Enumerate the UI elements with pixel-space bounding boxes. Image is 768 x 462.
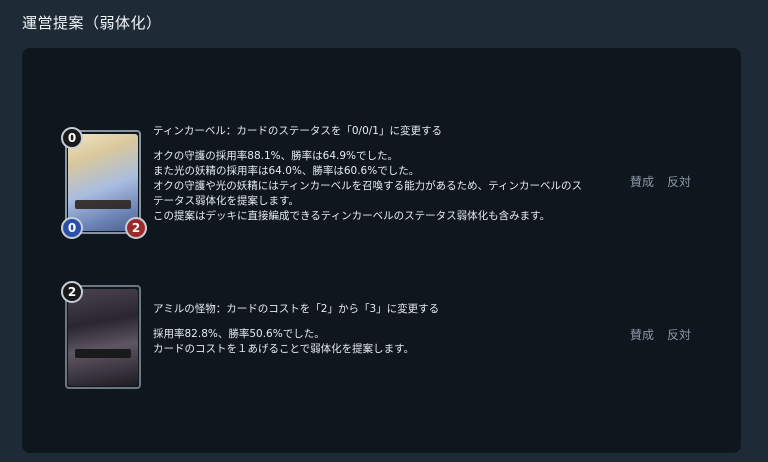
proposal-headline: アミルの怪物：カードのコストを「2」から「3」に変更する [153, 303, 440, 315]
approve-button[interactable]: 賛成 [630, 326, 654, 343]
proposal-body: オクの守護の採用率88.1%、勝率は64.9%でした。 また光の妖精の採用率は6… [153, 149, 623, 224]
proposal-body-line: 採用率82.8%、勝率50.6%でした。 [153, 328, 325, 340]
vote-controls: 賛成 反対 [630, 326, 691, 343]
proposal-panel: 0 0 2 ティンカーベル：カードのステータスを「0/0/1」に変更する オクの… [22, 48, 741, 453]
oppose-button[interactable]: 反対 [667, 326, 691, 343]
card-cost-gem: 0 [61, 127, 83, 149]
card-defense-gem: 2 [125, 217, 147, 239]
proposal-body-line: オクの守護の採用率88.1%、勝率は64.9%でした。 [153, 150, 399, 162]
proposal-body-line: また光の妖精の採用率は64.0%、勝率は60.6%でした。 [153, 165, 420, 177]
proposal-body-line: テータス弱体化を提案します。 [153, 195, 299, 207]
approve-button[interactable]: 賛成 [630, 173, 654, 190]
proposal-text: ティンカーベル：カードのステータスを「0/0/1」に変更する オクの守護の採用率… [153, 124, 623, 224]
proposal-body-line: カードのコストを１あげることで弱体化を提案します。 [153, 343, 415, 355]
vote-controls: 賛成 反対 [630, 173, 691, 190]
card-attack-gem: 0 [61, 217, 83, 239]
card-image-tinkerbell[interactable]: 0 0 2 [61, 127, 147, 239]
card-cost-gem: 2 [61, 281, 83, 303]
proposal-text: アミルの怪物：カードのコストを「2」から「3」に変更する 採用率82.8%、勝率… [153, 302, 623, 357]
proposal-body: 採用率82.8%、勝率50.6%でした。 カードのコストを１あげることで弱体化を… [153, 327, 623, 357]
oppose-button[interactable]: 反対 [667, 173, 691, 190]
proposal-body-line: オクの守護や光の妖精にはティンカーベルを召喚する能力があるため、ティンカーベルの… [153, 180, 583, 192]
card-image-amir-monster[interactable]: 2 [61, 281, 141, 389]
proposal-headline: ティンカーベル：カードのステータスを「0/0/1」に変更する [153, 125, 442, 137]
page-title: 運営提案（弱体化） [22, 14, 162, 32]
proposal-body-line: この提案はデッキに直接編成できるティンカーベルのステータス弱体化も含みます。 [153, 210, 551, 222]
